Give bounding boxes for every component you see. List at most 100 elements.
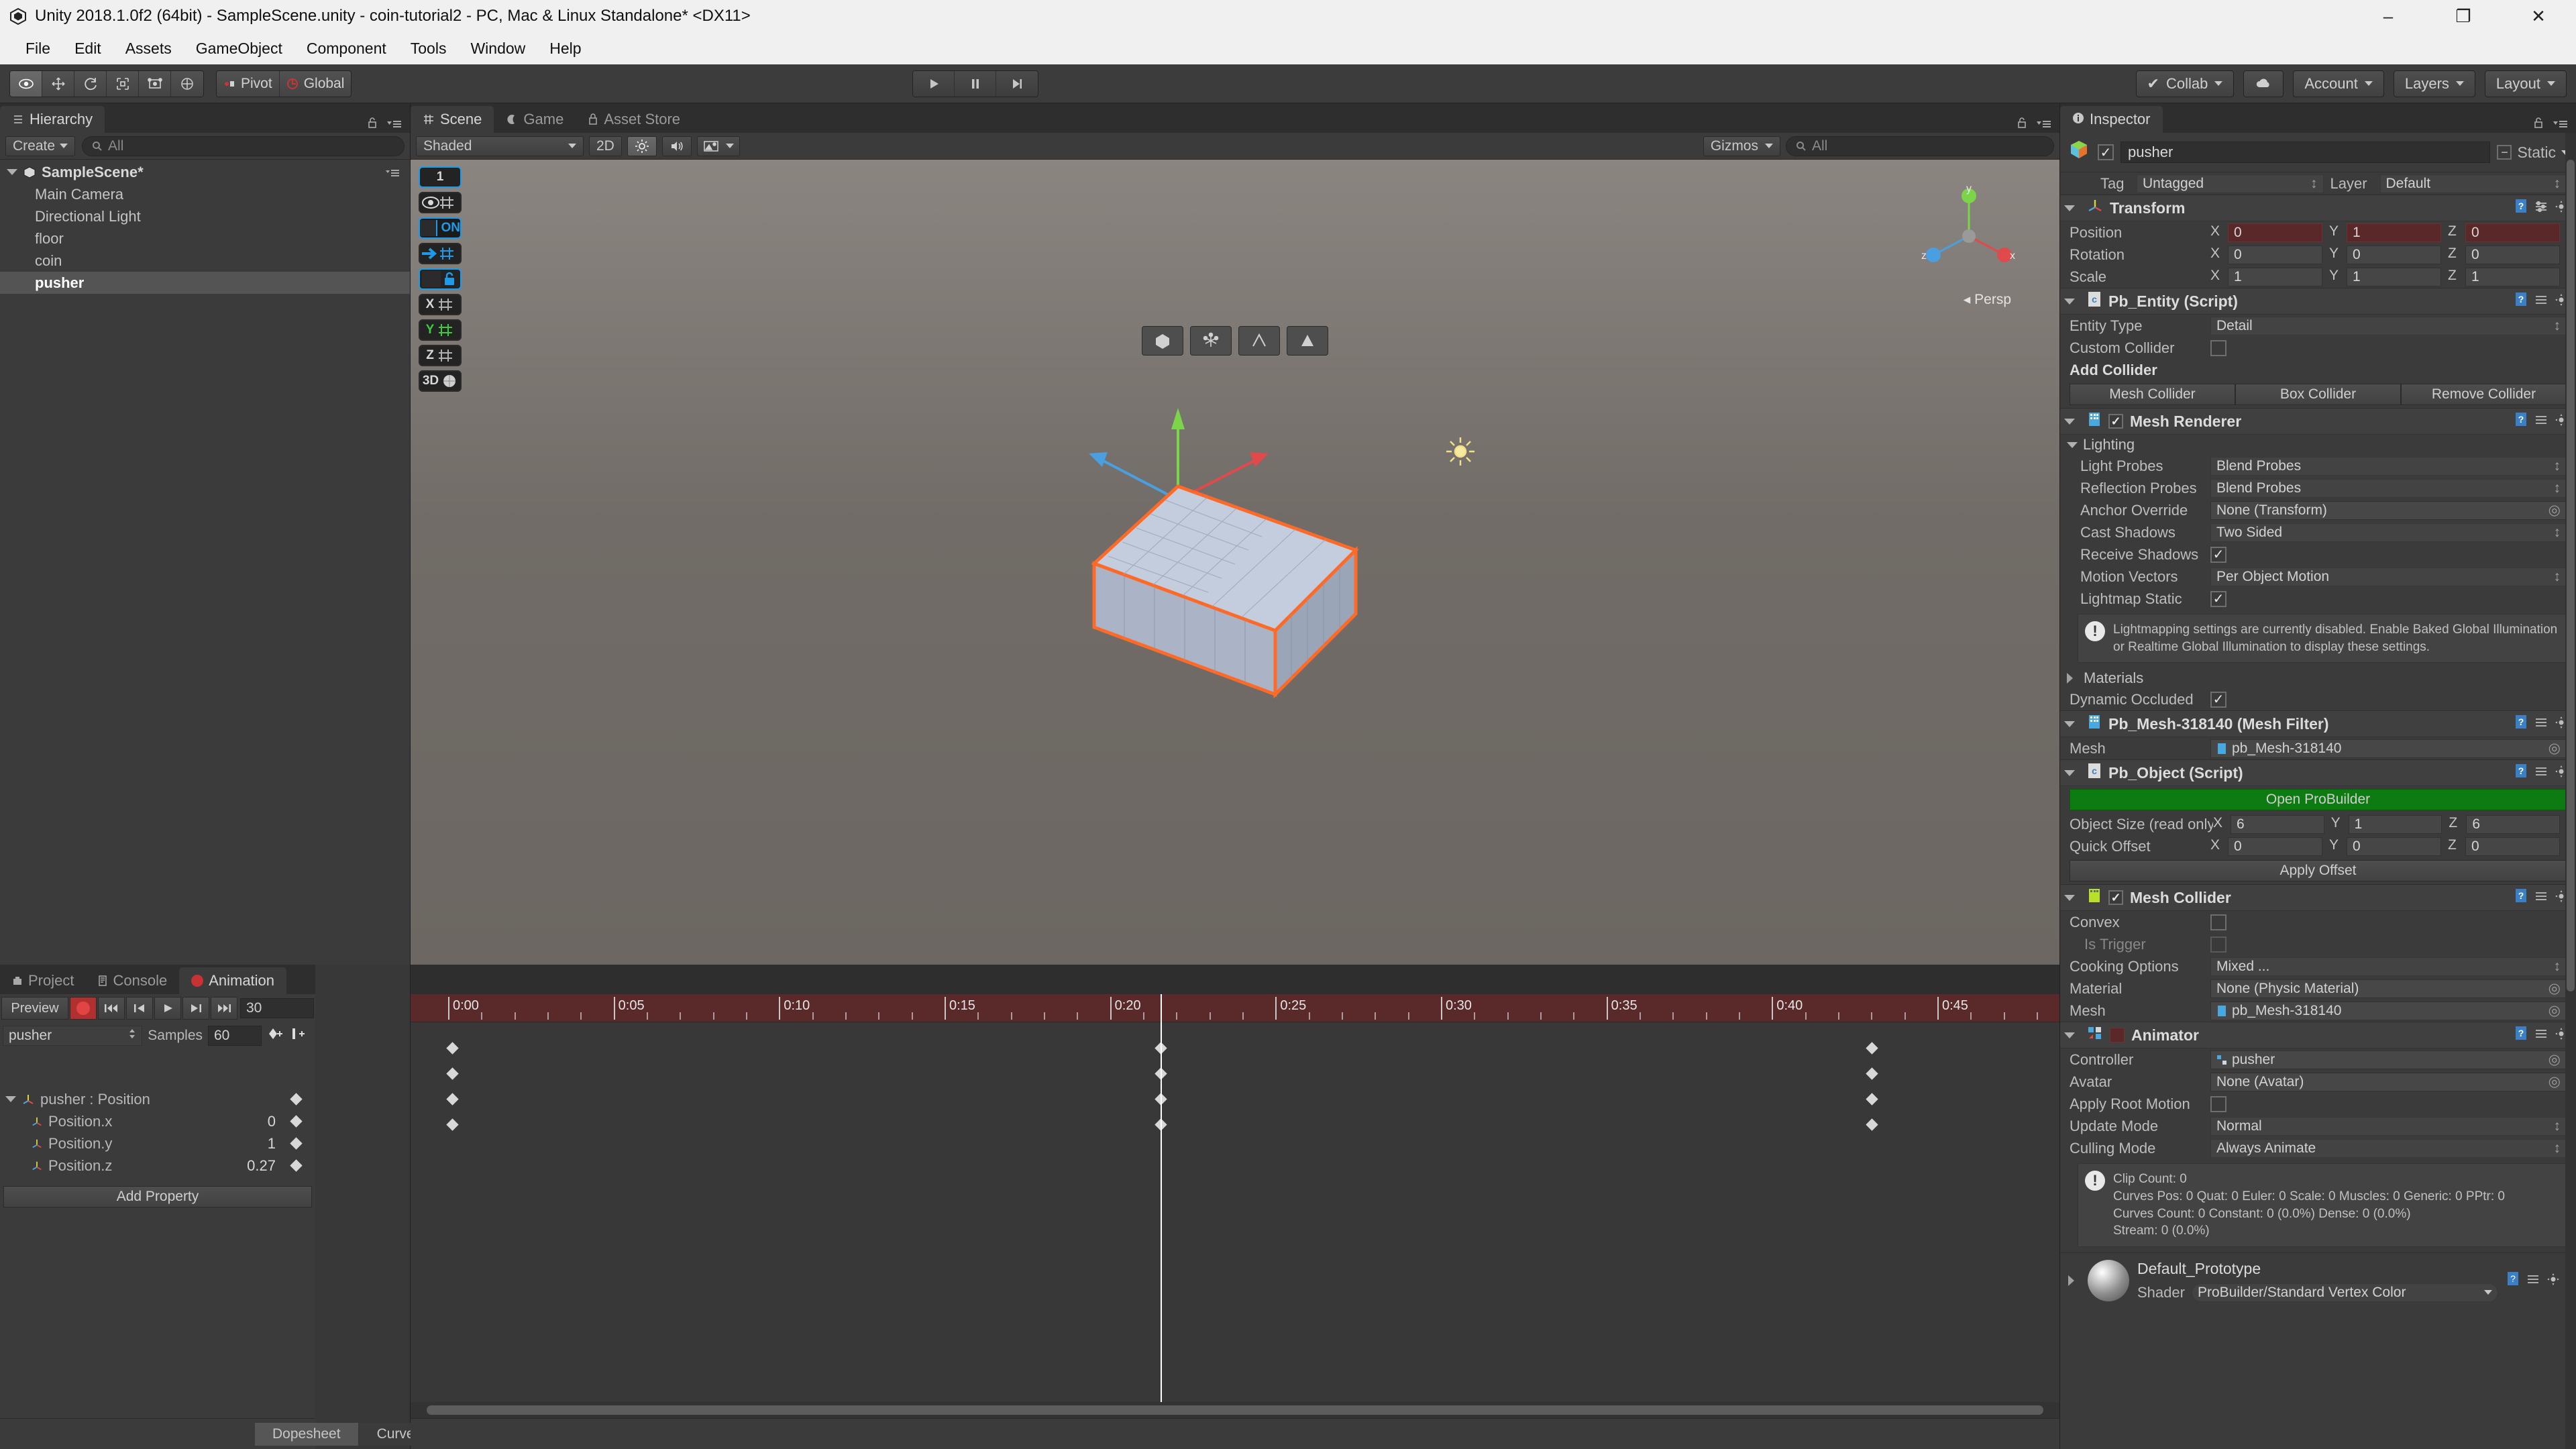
quick-offset-y[interactable]: 0 xyxy=(2347,837,2441,856)
open-probuilder-button[interactable]: Open ProBuilder xyxy=(2070,789,2567,811)
position-x-input[interactable]: 0 xyxy=(2228,223,2322,242)
tab-scene[interactable]: Scene xyxy=(411,106,494,133)
hierarchy-item-coin[interactable]: coin xyxy=(0,250,410,272)
account-button[interactable]: Account xyxy=(2293,70,2384,97)
keyframe-marker[interactable] xyxy=(446,1093,459,1106)
selected-cube-object[interactable] xyxy=(980,369,1490,789)
help-icon[interactable]: ? xyxy=(2514,714,2528,733)
preset-icon[interactable] xyxy=(2534,199,2548,217)
progrids-visibility-toggle[interactable] xyxy=(419,192,462,213)
disclosure-triangle-icon[interactable] xyxy=(2064,205,2075,211)
lightmap-static-checkbox[interactable]: ✓ xyxy=(2210,590,2226,607)
component-header-mesh-renderer[interactable]: ✓ Mesh Renderer ? xyxy=(2060,408,2576,435)
progrids-perspective-toggle[interactable]: 3D xyxy=(419,370,462,392)
convex-checkbox[interactable] xyxy=(2210,914,2226,930)
custom-collider-checkbox[interactable] xyxy=(2210,339,2226,356)
previous-keyframe-button[interactable] xyxy=(126,997,153,1020)
hierarchy-item-floor[interactable]: floor xyxy=(0,227,410,250)
tab-game[interactable]: Game xyxy=(494,106,576,133)
apply-root-motion-checkbox[interactable] xyxy=(2210,1095,2226,1112)
timeline-playhead[interactable] xyxy=(1161,1022,1162,1402)
scene-search-input[interactable]: All xyxy=(1786,136,2054,156)
disclosure-triangle-icon[interactable] xyxy=(2064,298,2075,305)
controller-field[interactable]: pusher ◎ xyxy=(2210,1050,2567,1069)
lock-icon[interactable] xyxy=(367,115,378,133)
motion-vectors-dropdown[interactable]: Per Object Motion ↕ xyxy=(2210,567,2567,586)
dynamic-occluded-checkbox[interactable]: ✓ xyxy=(2210,691,2226,708)
help-icon[interactable]: ? xyxy=(2506,1271,2520,1290)
receive-shadows-checkbox[interactable]: ✓ xyxy=(2210,546,2226,563)
entity-type-dropdown[interactable]: Detail ↕ xyxy=(2210,316,2567,335)
component-header-mesh-collider[interactable]: ✓ Mesh Collider ? xyxy=(2060,884,2576,912)
lighting-section-header[interactable]: Lighting xyxy=(2060,435,2576,455)
panel-menu-icon[interactable] xyxy=(387,115,402,133)
component-header-pb-object[interactable]: c Pb_Object (Script) ? xyxy=(2060,759,2576,787)
collab-button[interactable]: ✔ Collab xyxy=(2135,70,2235,97)
quick-offset-x[interactable]: 0 xyxy=(2228,837,2322,856)
update-mode-dropdown[interactable]: Normal ↕ xyxy=(2210,1116,2567,1136)
create-button[interactable]: Create xyxy=(5,136,76,156)
menu-gameobject[interactable]: GameObject xyxy=(184,36,294,62)
disclosure-triangle-icon[interactable] xyxy=(2067,673,2073,684)
layout-button[interactable]: Layout xyxy=(2484,70,2567,97)
cloud-button[interactable] xyxy=(2243,70,2284,97)
anchor-override-field[interactable]: None (Transform) ◎ xyxy=(2210,500,2567,520)
tab-animation[interactable]: Animation xyxy=(179,967,287,994)
help-icon[interactable]: ? xyxy=(2514,888,2528,907)
menu-file[interactable]: File xyxy=(13,36,62,62)
menu-component[interactable]: Component xyxy=(294,36,398,62)
step-button[interactable] xyxy=(996,70,1038,97)
tab-asset-store[interactable]: Asset Store xyxy=(576,106,693,133)
animation-property-position-z[interactable]: Position.z 0.27 xyxy=(0,1155,315,1177)
property-value[interactable]: 0.27 xyxy=(247,1157,276,1175)
rotation-x-input[interactable]: 0 xyxy=(2228,245,2322,264)
disclosure-triangle-icon[interactable] xyxy=(5,1096,16,1102)
help-icon[interactable]: ? xyxy=(2514,412,2528,431)
add-event-icon[interactable] xyxy=(290,1026,307,1045)
menu-edit[interactable]: Edit xyxy=(62,36,113,62)
mesh-collider-enabled-checkbox[interactable]: ✓ xyxy=(2108,890,2123,906)
reflection-probes-dropdown[interactable]: Blend Probes ↕ xyxy=(2210,478,2567,498)
mesh-collider-button[interactable]: Mesh Collider xyxy=(2070,384,2235,405)
play-animation-button[interactable] xyxy=(154,997,181,1020)
culling-mode-dropdown[interactable]: Always Animate ↕ xyxy=(2210,1138,2567,1158)
shader-dropdown[interactable]: ProBuilder/Standard Vertex Color xyxy=(2191,1283,2498,1302)
scale-tool-icon[interactable] xyxy=(107,70,139,97)
progrids-lock-grid[interactable] xyxy=(419,268,462,290)
help-icon[interactable]: ? xyxy=(2514,199,2528,217)
maximize-button[interactable]: ❐ xyxy=(2426,0,2501,32)
play-button[interactable] xyxy=(913,70,955,97)
materials-section-header[interactable]: Materials xyxy=(2060,668,2576,688)
global-toggle[interactable]: Global xyxy=(279,70,352,97)
animation-timeline-ruler[interactable]: 0:00 0:05 0:10 0:15 0:20 0:25 0:30 0:35 0:40 0:45… xyxy=(411,994,2465,1022)
hierarchy-search-input[interactable]: All xyxy=(82,136,405,156)
apply-offset-button[interactable]: Apply Offset xyxy=(2070,860,2567,882)
static-toggle[interactable]: − Static xyxy=(2497,144,2569,162)
object-name-input[interactable]: pusher xyxy=(2121,142,2491,163)
cooking-options-dropdown[interactable]: Mixed ... ↕ xyxy=(2210,957,2567,976)
hand-tool-icon[interactable] xyxy=(10,70,42,97)
menu-assets[interactable]: Assets xyxy=(113,36,184,62)
mesh-filter-mesh-field[interactable]: pb_Mesh-318140 ◎ xyxy=(2210,739,2567,758)
disclosure-triangle-icon[interactable] xyxy=(2064,418,2075,425)
perspective-indicator[interactable]: ◂ Persp xyxy=(1964,291,2011,308)
disclosure-triangle-icon[interactable] xyxy=(7,169,17,175)
first-keyframe-button[interactable] xyxy=(98,997,125,1020)
keyframe-marker[interactable] xyxy=(446,1042,459,1055)
box-collider-button[interactable]: Box Collider xyxy=(2235,384,2401,405)
panel-menu-icon[interactable] xyxy=(2037,115,2051,133)
tab-project[interactable]: Project xyxy=(0,967,87,994)
layer-dropdown[interactable]: Default ↕ xyxy=(2379,174,2567,193)
gear-icon[interactable] xyxy=(2546,1272,2560,1290)
tag-dropdown[interactable]: Untagged ↕ xyxy=(2137,174,2324,193)
preset-icon[interactable] xyxy=(2534,764,2548,782)
animation-property-position-y[interactable]: Position.y 1 xyxy=(0,1132,315,1155)
hierarchy-item-samplescene[interactable]: SampleScene* xyxy=(0,161,410,183)
property-value[interactable]: 1 xyxy=(268,1135,276,1152)
scene-orientation-gizmo[interactable]: y x z xyxy=(1919,183,2019,284)
minimize-button[interactable]: – xyxy=(2351,0,2426,32)
menu-help[interactable]: Help xyxy=(537,36,593,62)
rotation-y-input[interactable]: 0 xyxy=(2347,245,2441,264)
inspector-scrollbar[interactable] xyxy=(2565,133,2576,1449)
component-header-animator[interactable]: Animator ? xyxy=(2060,1022,2576,1049)
